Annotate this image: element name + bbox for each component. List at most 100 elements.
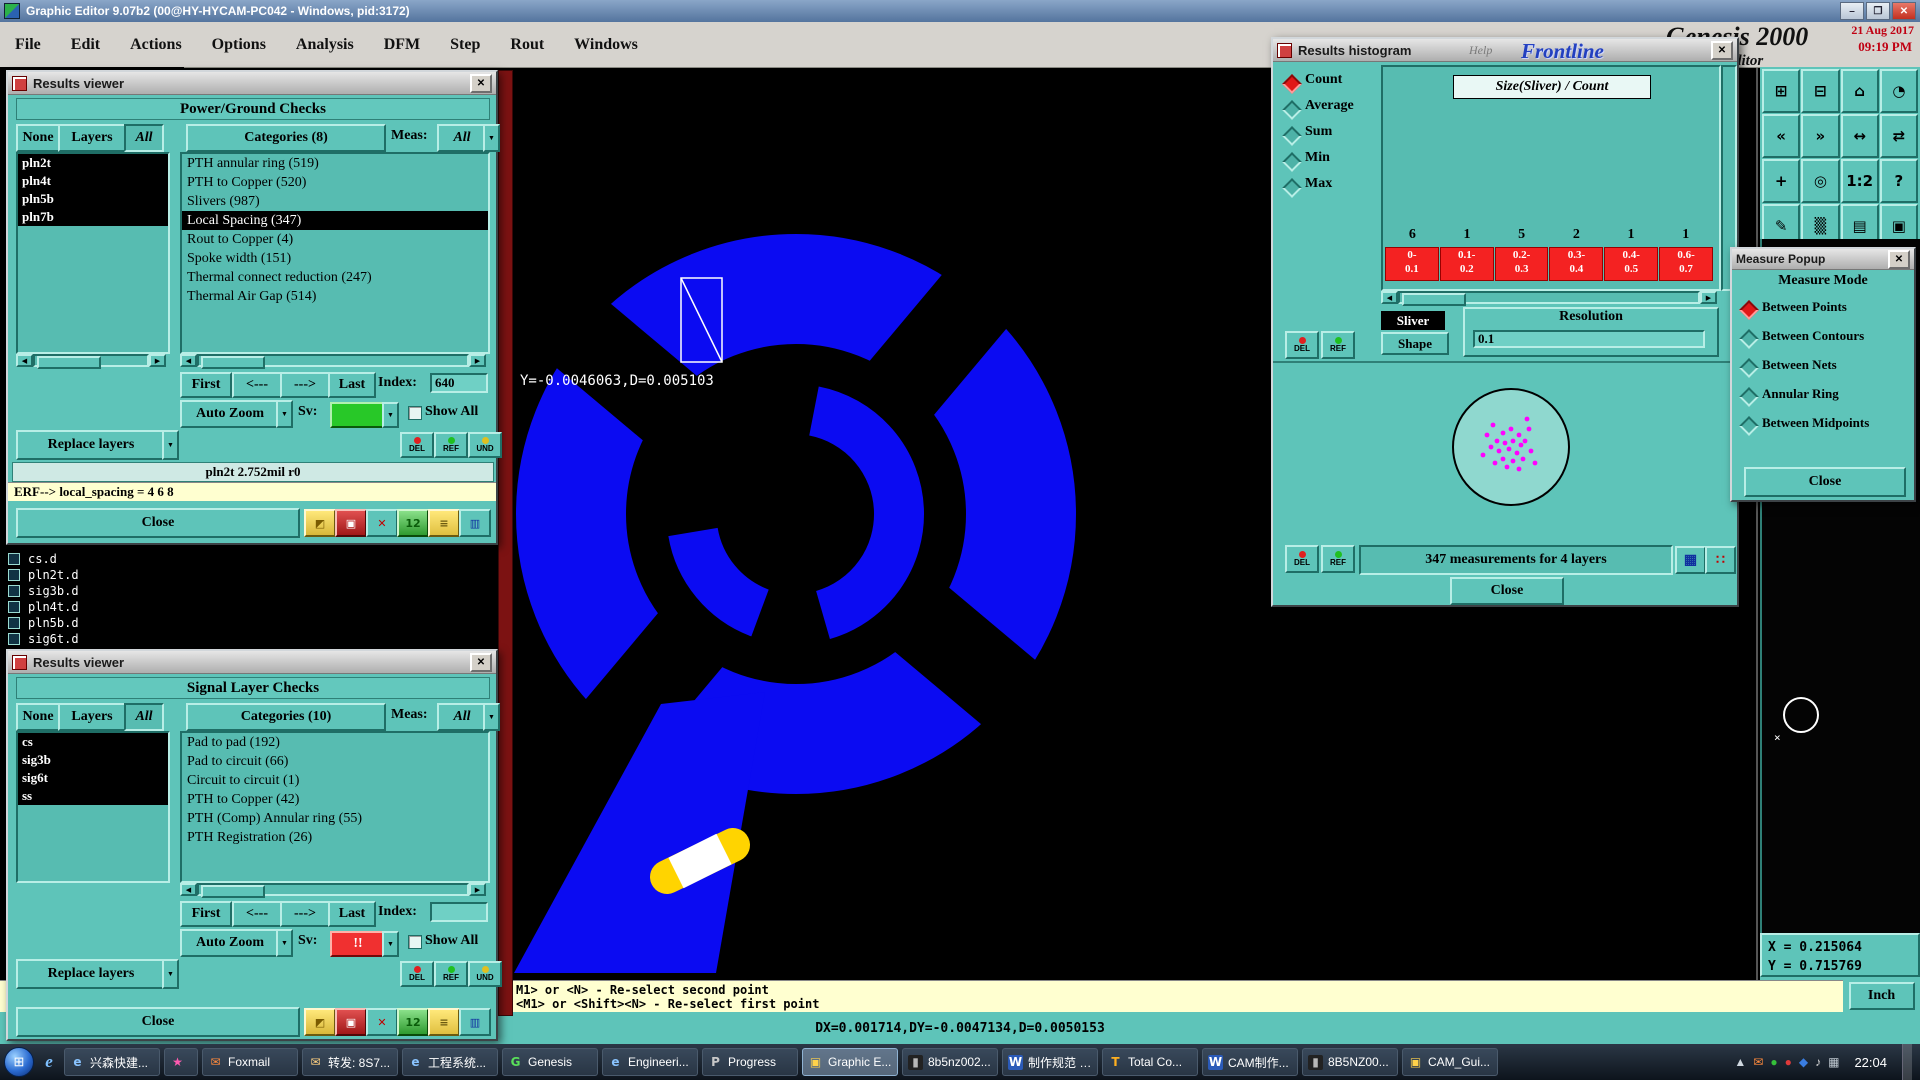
dots-view-button[interactable]: ∷ [1705,546,1736,574]
category-item[interactable]: Spoke width (151) [182,249,488,268]
scroll-left-icon[interactable]: ◀ [180,883,197,896]
menu-rout[interactable]: Rout [495,36,559,54]
shape-toggle[interactable]: Shape [1381,332,1449,355]
layer-item[interactable]: ss [18,787,168,805]
taskbar-item[interactable]: ✉Foxmail [202,1048,298,1076]
meas-dropdown[interactable]: All [437,703,487,731]
center-target-button[interactable]: ◎ [1801,159,1839,203]
layer-row[interactable]: cs.d [2,551,178,566]
scroll-left-icon[interactable]: ◀ [180,354,197,367]
list-view-button[interactable]: ≡ [428,1008,460,1036]
layer-checkbox[interactable] [8,601,20,613]
auto-zoom-dropdown[interactable]: Auto Zoom [180,929,280,957]
sliver-toggle[interactable]: Sliver [1381,311,1445,330]
clear-results-button[interactable]: ✕ [366,509,398,537]
layer-item[interactable]: cs [18,733,168,751]
menu-edit[interactable]: Edit [56,36,115,54]
option-between-points[interactable]: Between Points [1762,299,1847,315]
radio-between-contours[interactable] [1739,329,1759,349]
radio-between-midpoints[interactable] [1739,416,1759,436]
taskbar-item[interactable]: ★ [164,1048,198,1076]
clock-view-button[interactable]: ◔ [1880,69,1918,113]
filter-all-button[interactable]: All [124,124,164,152]
menu-file[interactable]: File [0,36,56,54]
close-icon[interactable]: ✕ [470,74,492,93]
prev-button[interactable]: <--- [232,372,282,398]
tray-red-status-icon[interactable]: ● [1785,1055,1792,1069]
taskbar-item[interactable]: GGenesis [502,1048,598,1076]
replace-layers-dropdown[interactable]: Replace layers [16,959,166,989]
ref-button[interactable]: REF [1321,331,1355,359]
layer-item[interactable]: pln7b [18,208,168,226]
next-button[interactable]: ---> [280,372,330,398]
radio-annular-ring[interactable] [1739,387,1759,407]
tray-expand-icon[interactable]: ▲ [1734,1055,1746,1069]
chevron-down-icon[interactable]: ▼ [483,124,500,152]
tray-network-icon[interactable]: ▦ [1828,1055,1839,1069]
dialog-title-bar[interactable]: Results histogram Help Frontline ✕ [1273,39,1737,62]
radio-sum[interactable] [1282,126,1302,146]
histogram-view-button[interactable]: ▥ [459,509,491,537]
layers-scrollbar[interactable]: ◀ ▶ [16,354,166,367]
option-between-contours[interactable]: Between Contours [1762,328,1864,344]
show-all-checkbox[interactable] [408,935,422,949]
taskbar-item[interactable]: ▮8b5nz002... [902,1048,998,1076]
categories-list[interactable]: Pad to pad (192) Pad to circuit (66) Cir… [180,731,490,883]
matrix-view-button[interactable]: ▦ [1675,546,1706,574]
scroll-right-icon[interactable]: ▶ [149,354,166,367]
ref-button[interactable]: REF [434,432,468,458]
option-between-nets[interactable]: Between Nets [1762,357,1837,373]
scroll-thumb[interactable] [201,885,265,898]
main-title-bar[interactable]: Graphic Editor 9.07b2 (00@HY-HYCAM-PC042… [0,0,1920,22]
pan-left-button[interactable]: « [1762,114,1800,158]
menu-options[interactable]: Options [197,36,281,54]
tray-mail-icon[interactable]: ✉ [1753,1055,1763,1069]
del-button[interactable]: DEL [400,961,434,987]
category-item[interactable]: Slivers (987) [182,192,488,211]
layer-checkbox[interactable] [8,585,20,597]
layer-item[interactable]: pln2t [18,154,168,172]
category-item[interactable]: PTH annular ring (519) [182,154,488,173]
scroll-trough[interactable] [197,354,469,367]
category-item[interactable]: Pad to pad (192) [182,733,488,752]
chart-hscrollbar[interactable]: ◀ ▶ [1381,291,1717,304]
bin-range[interactable]: 0.4-0.5 [1604,247,1658,281]
stat-count-label[interactable]: Count [1305,72,1342,88]
option-annular-ring[interactable]: Annular Ring [1762,386,1839,402]
taskbar-item[interactable]: PProgress [702,1048,798,1076]
first-button[interactable]: First [180,901,232,927]
chevron-down-icon[interactable]: ▼ [276,929,293,957]
close-icon[interactable]: ✕ [470,653,492,672]
radio-max[interactable] [1282,178,1302,198]
show-12-button[interactable]: 12 [397,509,429,537]
close-dialog-button[interactable]: Close [1450,577,1564,605]
chevron-down-icon[interactable]: ▼ [382,931,399,957]
scroll-left-icon[interactable]: ◀ [16,354,33,367]
category-item[interactable]: PTH to Copper (520) [182,173,488,192]
scroll-right-icon[interactable]: ▶ [469,354,486,367]
list-view-button[interactable]: ≡ [428,509,460,537]
stat-min-label[interactable]: Min [1305,150,1330,166]
taskbar-item[interactable]: W制作规范 (... [1002,1048,1098,1076]
chevron-down-icon[interactable]: ▼ [483,703,500,731]
show-12-button[interactable]: 12 [397,1008,429,1036]
zoom-window-button[interactable]: ⊞ [1762,69,1800,113]
del-button[interactable]: DEL [1285,331,1319,359]
start-button[interactable]: ⊞ [4,1047,34,1077]
layer-item[interactable]: pln4t [18,172,168,190]
categories-scrollbar[interactable]: ◀ ▶ [180,883,486,896]
taskbar-item[interactable]: e兴森快建... [64,1048,160,1076]
scroll-left-icon[interactable]: ◀ [1381,291,1398,304]
prev-button[interactable]: <--- [232,901,282,927]
del-button[interactable]: DEL [1285,545,1319,573]
taskbar-item[interactable]: ▣CAM_Gui... [1402,1048,1498,1076]
tray-green-status-icon[interactable]: ● [1770,1055,1777,1069]
help-button[interactable]: ? [1880,159,1918,203]
close-dialog-button[interactable]: Close [16,508,300,538]
scale-1-2-button[interactable]: 1:2 [1841,159,1879,203]
categories-list[interactable]: PTH annular ring (519) PTH to Copper (52… [180,152,490,354]
replace-layers-dropdown[interactable]: Replace layers [16,430,166,460]
last-button[interactable]: Last [328,901,376,927]
taskbar-item[interactable]: TTotal Co... [1102,1048,1198,1076]
filter-layers-button[interactable]: Layers [58,124,126,152]
